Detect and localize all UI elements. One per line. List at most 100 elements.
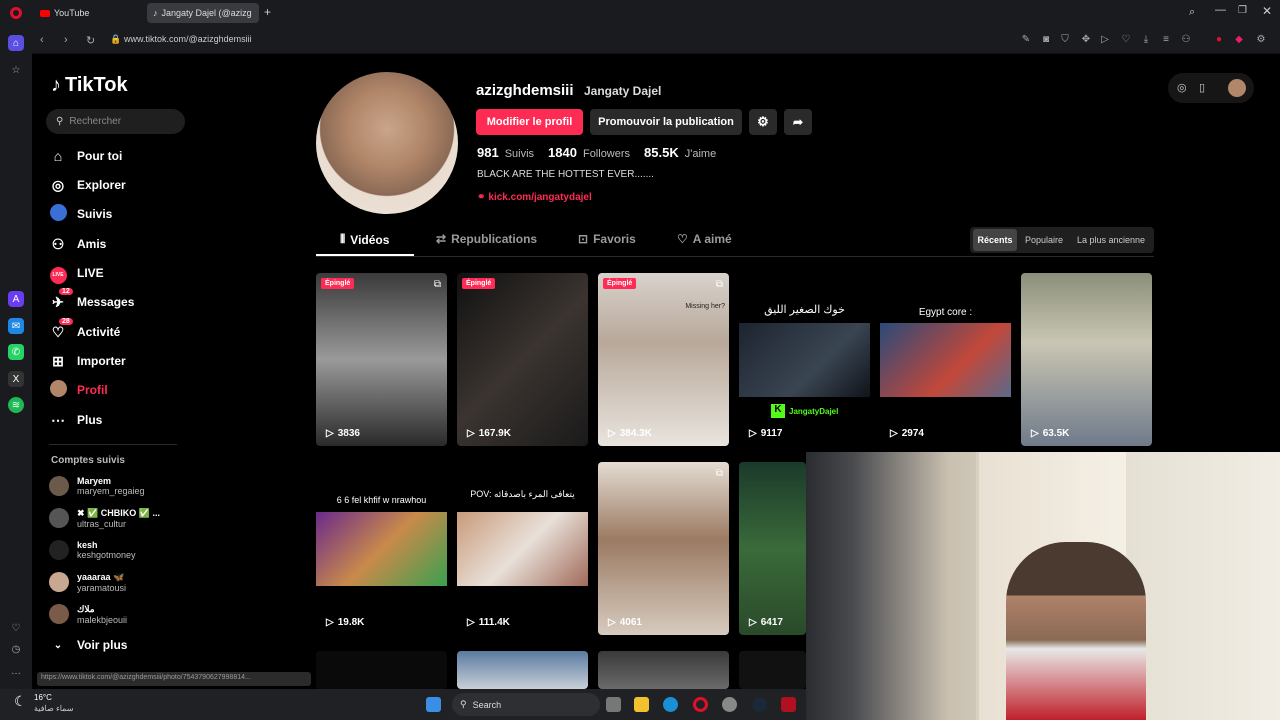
- addon-icon[interactable]: ◆: [1233, 34, 1245, 45]
- video-tile[interactable]: Egypt core : ▷ 2974: [880, 273, 1011, 446]
- star-icon[interactable]: ☆: [8, 62, 24, 78]
- download-icon[interactable]: ⤓: [1140, 34, 1152, 45]
- heart-icon[interactable]: ♡: [8, 620, 24, 636]
- video-tile[interactable]: خوك الصغير الليق K JangatyDajel ▷ 9117: [739, 273, 870, 446]
- edit-profile-button[interactable]: Modifier le profil: [476, 109, 583, 135]
- nav-explorer[interactable]: ◎ Explorer: [49, 174, 126, 196]
- nav-amis[interactable]: ⚇ Amis: [49, 233, 107, 255]
- tab-youtube[interactable]: YouTube: [34, 3, 142, 23]
- profile-link[interactable]: ⚭ kick.com/jangatydajel: [477, 192, 592, 203]
- reload-icon[interactable]: ↻: [86, 34, 95, 47]
- file-explorer-icon[interactable]: [634, 697, 649, 712]
- home-icon[interactable]: ⌂: [8, 35, 24, 51]
- whatsapp-icon[interactable]: ✆: [8, 344, 24, 360]
- video-tile[interactable]: [598, 651, 729, 689]
- nav-profil[interactable]: Profil: [49, 379, 108, 401]
- edit-icon[interactable]: ✎: [1020, 34, 1032, 45]
- edge-icon[interactable]: [663, 697, 678, 712]
- spotify-icon[interactable]: ≋: [8, 397, 24, 413]
- profile-avatar[interactable]: [316, 72, 458, 214]
- followed-account[interactable]: Maryem maryem_regaieg: [49, 472, 145, 500]
- views-text: 384.3K: [619, 428, 652, 439]
- tiktok-logo[interactable]: ♪ TikTok: [51, 74, 128, 97]
- phone-icon[interactable]: ▯: [1199, 81, 1205, 94]
- nav-plus[interactable]: ⋯ Plus: [49, 409, 102, 431]
- settings-icon[interactable]: ⚙: [1255, 34, 1267, 45]
- chrome-icon[interactable]: [722, 697, 737, 712]
- followed-account[interactable]: ملاك malekbjeouii: [49, 600, 127, 628]
- video-tile[interactable]: ▷ 63.5K: [1021, 273, 1152, 446]
- following-label[interactable]: Suivis: [505, 148, 534, 160]
- new-tab-button[interactable]: +: [264, 5, 271, 19]
- search-input[interactable]: ⚲ Rechercher: [46, 109, 185, 134]
- video-tile[interactable]: ⧉ ▷ 4061: [598, 462, 729, 635]
- video-tile[interactable]: Épinglé ⧉ ▷ 3836: [316, 273, 447, 446]
- video-tile[interactable]: [457, 651, 588, 689]
- sort-populaire[interactable]: Populaire: [1020, 229, 1068, 251]
- play-icon: ▷: [608, 617, 616, 628]
- opera-logo-icon[interactable]: [10, 7, 22, 19]
- x-icon[interactable]: X: [8, 371, 24, 387]
- menu-icon[interactable]: ≡: [1160, 34, 1172, 45]
- vpn-icon[interactable]: ▷: [1099, 34, 1111, 45]
- account-icon[interactable]: ⚇: [1180, 34, 1192, 45]
- compass-icon[interactable]: ◎: [1177, 81, 1187, 94]
- minimize-button[interactable]: —: [1215, 4, 1226, 16]
- forward-button[interactable]: ›: [64, 34, 68, 46]
- tab-favoris[interactable]: ⊡ Favoris: [578, 232, 636, 246]
- nav-messages[interactable]: ✈ 12 Messages: [49, 287, 134, 313]
- grid-icon: ⦀: [340, 232, 346, 246]
- account-handle: yaramatousi: [77, 582, 127, 593]
- more-icon[interactable]: …: [8, 663, 24, 679]
- followed-account[interactable]: ✖ ✅ CHBIKO ✅ ... ultras_cultur: [49, 504, 160, 532]
- steam-icon[interactable]: [752, 697, 767, 712]
- followed-account[interactable]: kesh keshgotmoney: [49, 536, 136, 564]
- followed-account[interactable]: yaaaraa 🦋 yaramatousi: [49, 568, 126, 596]
- tab-videos[interactable]: ⦀ Vidéos: [340, 232, 389, 247]
- settings-button[interactable]: ⚙: [749, 109, 777, 135]
- video-tile[interactable]: POV: يتعافى المرء باصدقائه ▷ 111.4K: [457, 462, 588, 635]
- aria-icon[interactable]: A: [8, 291, 24, 307]
- sort-plus-ancienne[interactable]: La plus ancienne: [1070, 229, 1152, 251]
- avatar[interactable]: [1228, 79, 1246, 97]
- maximize-button[interactable]: ❐: [1238, 5, 1247, 16]
- nav-pour-toi[interactable]: ⌂ Pour toi: [49, 145, 123, 167]
- see-more-button[interactable]: ⌄ Voir plus: [49, 634, 128, 656]
- followers-label[interactable]: Followers: [583, 148, 630, 160]
- history-icon[interactable]: ◷: [8, 641, 24, 657]
- messenger-icon[interactable]: ✉: [8, 318, 24, 334]
- tab-republications[interactable]: ⇄ Republications: [436, 232, 537, 246]
- tab-tiktok[interactable]: ♪ Jangaty Dajel (@azizg: [147, 3, 259, 23]
- opera-red-icon[interactable]: ●: [1213, 34, 1225, 45]
- play-icon: ▷: [326, 428, 334, 439]
- nav-suivis[interactable]: Suivis: [49, 203, 112, 225]
- weather-temp[interactable]: 16°C: [34, 693, 52, 702]
- task-view-icon[interactable]: [606, 697, 621, 712]
- nav-importer[interactable]: ⊞ Importer: [49, 350, 126, 372]
- camera-icon[interactable]: ◙: [1040, 34, 1052, 45]
- back-button[interactable]: ‹: [40, 34, 44, 46]
- opera-icon[interactable]: [693, 697, 708, 712]
- url-field[interactable]: www.tiktok.com/@azizghdemsiii: [124, 34, 252, 44]
- video-tile[interactable]: [316, 651, 447, 689]
- account-name: yaaaraa 🦋: [77, 571, 125, 582]
- video-tile[interactable]: 6 6 fel khfif w nrawhou ▷ 19.8K: [316, 462, 447, 635]
- tab-a-aime[interactable]: ♡ A aimé: [677, 232, 732, 246]
- taskbar-search[interactable]: ⚲ Search: [452, 693, 600, 716]
- video-tile[interactable]: [739, 651, 806, 689]
- nav-live[interactable]: LIVE LIVE: [49, 262, 104, 284]
- extension-icon[interactable]: ✥: [1080, 34, 1092, 45]
- windows-start-icon[interactable]: [426, 697, 441, 712]
- promote-button[interactable]: Promouvoir la publication: [590, 109, 742, 135]
- shield-icon[interactable]: ⛉: [1059, 34, 1071, 45]
- nav-activite[interactable]: ♡ 28 Activité: [49, 317, 120, 343]
- video-tile[interactable]: Épinglé ▷ 167.9K: [457, 273, 588, 446]
- heart-icon[interactable]: ♡: [1120, 34, 1132, 45]
- app-icon[interactable]: [781, 697, 796, 712]
- search-tabs-icon[interactable]: ⌕: [1189, 6, 1195, 19]
- video-tile[interactable]: Épinglé ⧉ Missing her? ▷ 384.3K: [598, 273, 729, 446]
- share-button[interactable]: ➦: [784, 109, 812, 135]
- sort-recents[interactable]: Récents: [973, 229, 1017, 251]
- video-tile[interactable]: ▷ 6417: [739, 462, 806, 635]
- close-window-button[interactable]: ✕: [1262, 4, 1272, 18]
